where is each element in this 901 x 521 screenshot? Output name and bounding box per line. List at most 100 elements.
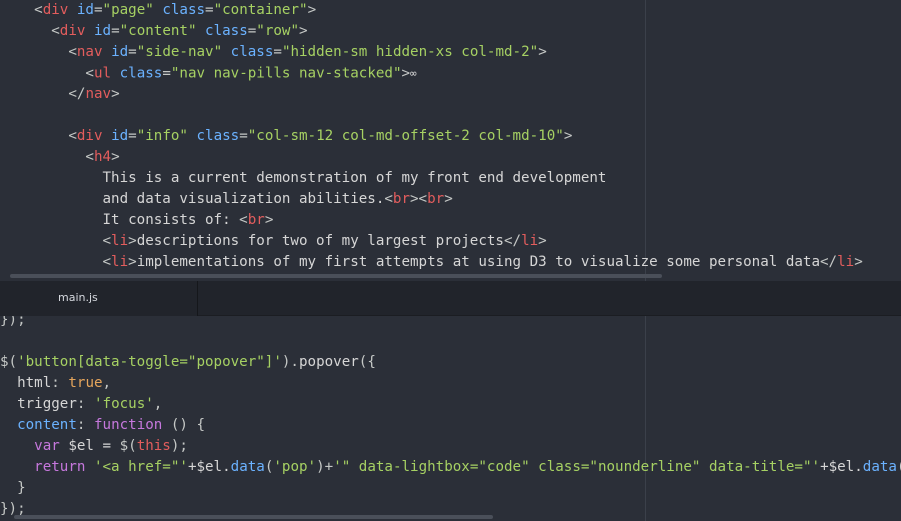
code-line[interactable]: <div id="content" class="row"> bbox=[0, 21, 901, 42]
code-line[interactable]: It consists of: <br> bbox=[0, 210, 901, 231]
code-token: > bbox=[111, 149, 120, 165]
code-token: < bbox=[384, 191, 393, 207]
code-token: > bbox=[128, 233, 137, 249]
code-line[interactable] bbox=[0, 331, 901, 352]
code-token: li bbox=[111, 254, 129, 270]
code-token: = bbox=[111, 23, 120, 39]
code-token: < bbox=[239, 212, 248, 228]
code-token: > bbox=[563, 128, 573, 144]
code-token: , bbox=[102, 375, 112, 391]
code-token: > bbox=[264, 212, 274, 228]
code-token: >< bbox=[410, 191, 428, 207]
code-token: descriptions for two of my largest proje… bbox=[136, 233, 504, 249]
code-token: = bbox=[205, 2, 214, 18]
code-line[interactable]: </nav> bbox=[0, 84, 901, 105]
code-token: true bbox=[68, 375, 103, 391]
code-token: < bbox=[85, 149, 94, 165]
code-token: br bbox=[427, 191, 445, 207]
code-token: +$el. bbox=[820, 459, 863, 475]
code-token: var bbox=[34, 438, 60, 454]
code-token: implementations of my first attempts at … bbox=[136, 254, 821, 270]
code-lines[interactable]: <div id="page" class="container"> <div i… bbox=[0, 0, 901, 273]
code-token: br bbox=[247, 212, 265, 228]
code-lines[interactable]: }); $('button[data-toggle="popover"]').po… bbox=[0, 316, 901, 520]
code-token: = bbox=[247, 23, 257, 39]
code-line[interactable]: and data visualization abilities.<br><br… bbox=[0, 189, 901, 210]
code-token: = bbox=[93, 2, 103, 18]
code-line[interactable]: This is a current demonstration of my fr… bbox=[0, 168, 901, 189]
js-editor-pane[interactable]: }); $('button[data-toggle="popover"]').po… bbox=[0, 316, 901, 521]
code-token: </ bbox=[68, 86, 86, 102]
code-token: "row" bbox=[256, 23, 300, 39]
code-token: </ bbox=[503, 233, 522, 249]
code-token: data bbox=[862, 459, 897, 475]
code-token: return bbox=[34, 459, 86, 475]
code-token: class bbox=[230, 44, 274, 60]
code-token: div bbox=[42, 2, 69, 18]
code-line[interactable]: <div id="page" class="container"> bbox=[0, 0, 901, 21]
code-line[interactable]: <h4> bbox=[0, 147, 901, 168]
code-token: ); bbox=[170, 438, 188, 454]
horizontal-scrollbar[interactable] bbox=[10, 274, 662, 278]
code-token: "col-sm-12 col-md-offset-2 col-md-10" bbox=[247, 128, 564, 144]
code-token: > bbox=[111, 86, 120, 102]
code-token: "side-nav" bbox=[136, 44, 223, 60]
code-line[interactable] bbox=[0, 105, 901, 126]
code-token: nav bbox=[85, 86, 112, 102]
code-token: < bbox=[68, 44, 77, 60]
code-line[interactable]: $('button[data-toggle="popover"]').popov… bbox=[0, 352, 901, 373]
code-token: = bbox=[273, 44, 282, 60]
code-token: li bbox=[521, 233, 539, 249]
code-token: This is a current demonstration of my fr… bbox=[0, 170, 607, 186]
code-token: > bbox=[307, 2, 317, 18]
html-editor-pane[interactable]: <div id="page" class="container"> <div i… bbox=[0, 0, 901, 281]
code-token: $el = bbox=[59, 438, 120, 454]
code-token: ). bbox=[281, 354, 299, 370]
code-line[interactable]: <div id="info" class="col-sm-12 col-md-o… bbox=[0, 126, 901, 147]
code-token: > bbox=[444, 191, 453, 207]
code-line[interactable]: var $el = $(this); bbox=[0, 436, 901, 457]
code-token: "hidden-sm hidden-xs col-md-2" bbox=[281, 44, 539, 60]
code-token: "content" bbox=[119, 23, 197, 39]
code-token: id bbox=[93, 23, 112, 39]
code-token: > bbox=[128, 254, 137, 270]
tab-main-js[interactable]: main.js bbox=[0, 281, 198, 316]
code-line[interactable]: content: function () { bbox=[0, 415, 901, 436]
code-line[interactable]: trigger: 'focus', bbox=[0, 394, 901, 415]
code-token: > bbox=[538, 44, 547, 60]
code-line[interactable]: <ul class="nav nav-pills nav-stacked">∞ bbox=[0, 63, 901, 84]
code-token: () { bbox=[162, 417, 206, 433]
horizontal-scrollbar[interactable] bbox=[14, 515, 493, 519]
code-line[interactable]: html: true, bbox=[0, 373, 901, 394]
code-line[interactable]: }); bbox=[0, 316, 901, 331]
code-token: > bbox=[538, 233, 547, 249]
code-token: < bbox=[68, 128, 77, 144]
code-token: < bbox=[34, 2, 43, 18]
code-token: '" data-lightbox="code" class="nounderli… bbox=[333, 459, 821, 475]
code-line[interactable]: <li>descriptions for two of my largest p… bbox=[0, 231, 901, 252]
code-token: "page" bbox=[102, 2, 154, 18]
code-line[interactable]: <nav id="side-nav" class="hidden-sm hidd… bbox=[0, 42, 901, 63]
code-token: = bbox=[128, 128, 137, 144]
code-token: '<a href="' bbox=[93, 459, 188, 475]
code-token: class bbox=[119, 65, 163, 82]
code-line[interactable]: <li>implementations of my first attempts… bbox=[0, 252, 901, 273]
code-token: 'pop' bbox=[273, 459, 317, 475]
code-line[interactable]: } bbox=[0, 478, 901, 499]
code-token: html bbox=[17, 375, 52, 391]
code-line[interactable]: return '<a href="'+$el.data('pop')+'" da… bbox=[0, 457, 901, 478]
code-token: data bbox=[230, 459, 265, 475]
